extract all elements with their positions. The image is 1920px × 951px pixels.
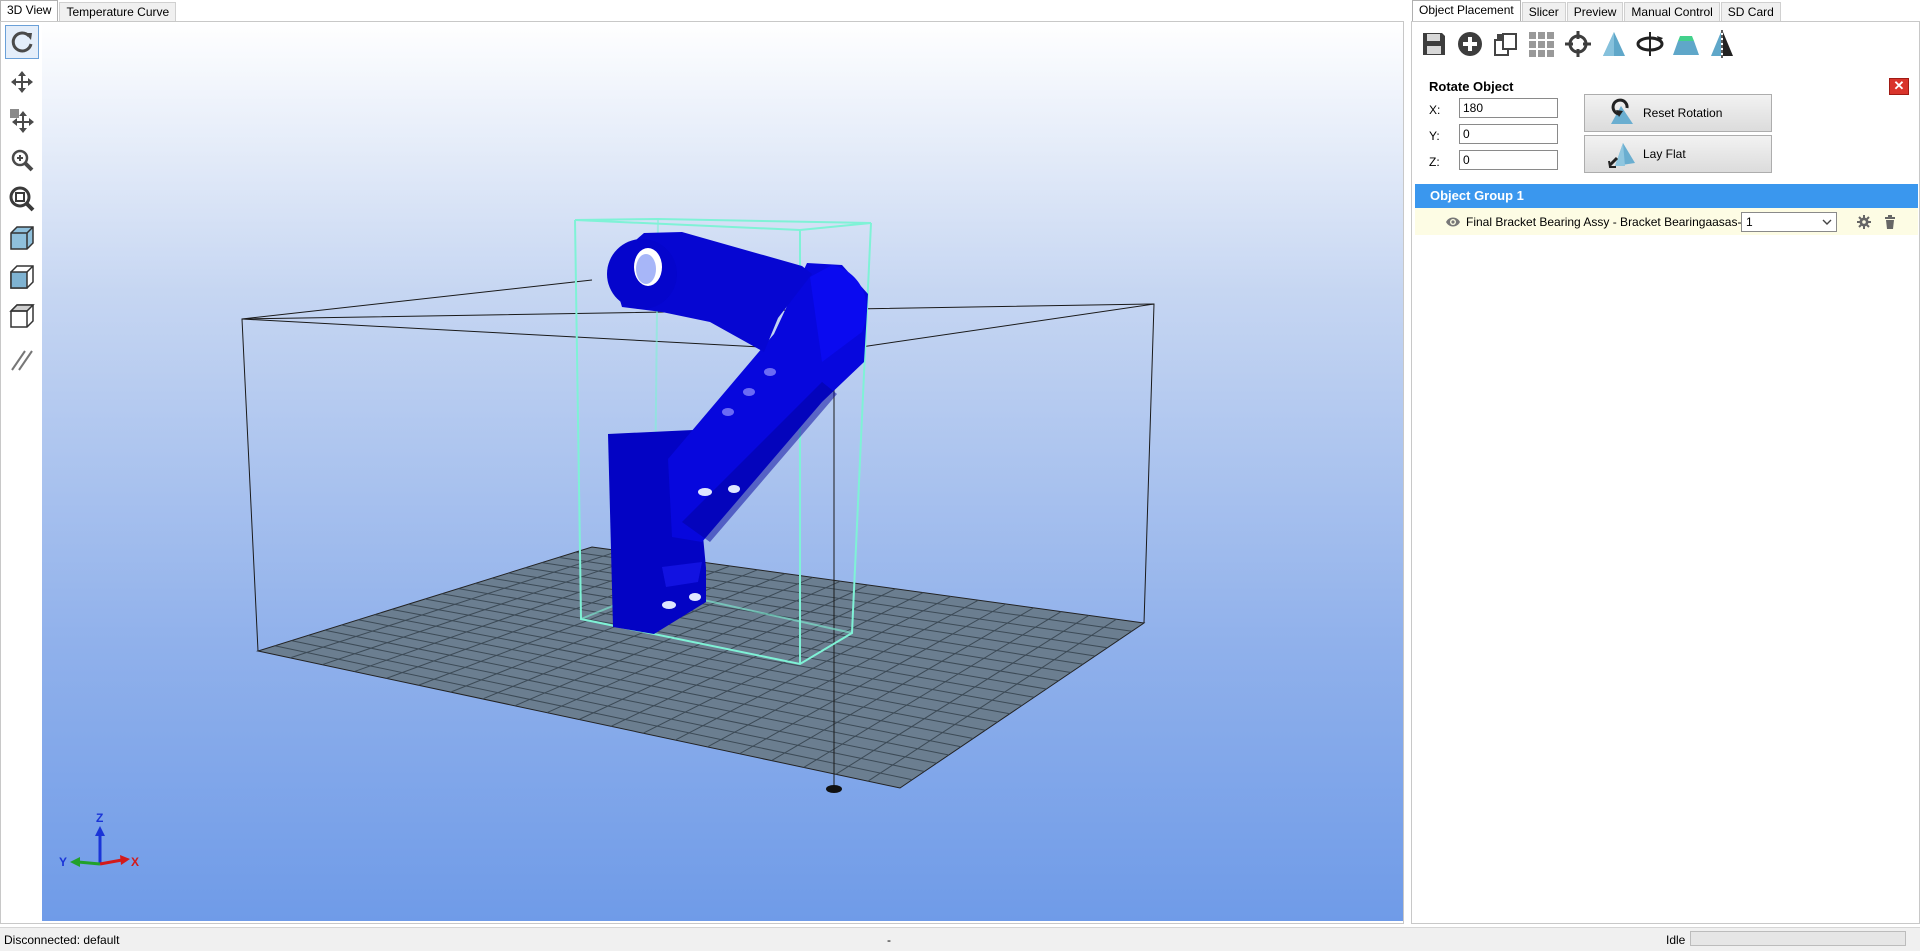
object-list-row[interactable]: Final Bracket Bearing Assy - Bracket Bea… [1415,208,1918,235]
rotate-y-input[interactable] [1459,124,1558,144]
front-view-icon [10,265,34,289]
tab-object-placement[interactable]: Object Placement [1412,0,1521,22]
origin-marker [826,785,842,793]
add-object-button[interactable] [1452,26,1488,62]
top-view-tool[interactable] [5,299,39,333]
copy-object-button[interactable] [1488,26,1524,62]
3d-viewport[interactable]: Z Y X [42,22,1403,921]
3d-view-pane: Z Y X [0,21,1404,924]
z-label: Z: [1429,155,1440,169]
rotate-object-button[interactable] [1632,26,1668,62]
parallel-projection-tool[interactable] [5,343,39,377]
object-quantity-select[interactable]: 1 [1741,211,1837,232]
status-middle: - [887,933,891,947]
close-icon: ✕ [1893,78,1905,93]
tab-manual-control[interactable]: Manual Control [1624,2,1720,22]
view-toolbar [1,22,43,923]
object-name: Final Bracket Bearing Assy - Bracket Bea… [1466,214,1759,229]
connection-status: Disconnected: default [4,933,120,947]
axis-z-label: Z [96,812,103,825]
rotate-z-input[interactable] [1459,150,1558,170]
reset-rotation-icon [1611,98,1633,124]
visibility-eye-icon[interactable] [1445,216,1461,228]
rotate-view-tool[interactable] [5,25,39,59]
rotate-object-icon [1636,32,1664,56]
object-placement-pane: Rotate Object ✕ X: Y: Z: Reset Rotation … [1411,21,1920,924]
placement-toolbar [1416,26,1740,62]
move-object-icon [10,109,34,133]
cut-object-button[interactable] [1668,26,1704,62]
save-button[interactable] [1416,26,1452,62]
reset-rotation-button[interactable]: Reset Rotation [1584,94,1772,132]
fit-view-icon [9,186,35,212]
add-object-icon [1458,32,1482,56]
move-object-tool[interactable] [5,104,39,138]
top-view-icon [9,304,35,328]
tab-3d-view[interactable]: 3D View [0,0,59,22]
move-view-tool[interactable] [5,65,39,99]
rotate-object-panel: Rotate Object ✕ X: Y: Z: Reset Rotation … [1412,66,1919,186]
zoom-icon [11,149,34,172]
fit-view-tool[interactable] [5,182,39,216]
axis-y-label: Y [59,855,67,869]
parallel-projection-icon [11,350,33,371]
left-tab-strip: 3D View Temperature Curve [0,0,177,22]
x-label: X: [1429,103,1441,117]
rotate-x-input[interactable] [1459,98,1558,118]
mirror-object-button[interactable] [1704,26,1740,62]
reset-rotation-label: Reset Rotation [1643,106,1723,120]
rotate-panel-title: Rotate Object [1429,79,1514,94]
scale-object-button[interactable] [1596,26,1632,62]
front-view-tool[interactable] [5,260,39,294]
printer-state: Idle [1666,933,1686,947]
mirror-object-icon [1711,30,1733,58]
tab-sd-card[interactable]: SD Card [1720,2,1781,22]
status-bar: Disconnected: default - Idle [0,927,1920,951]
quantity-value: 1 [1746,214,1753,229]
close-rotate-panel-button[interactable]: ✕ [1889,78,1909,95]
center-object-icon [1565,31,1591,57]
lay-flat-label: Lay Flat [1643,147,1686,161]
rotate-view-icon [11,31,33,53]
move-view-icon [11,71,33,93]
repetier-host-window: 3D View Temperature Curve Z Y X Object P… [0,0,1920,951]
progress-bar [1690,931,1906,946]
lay-flat-button[interactable]: Lay Flat [1584,135,1772,173]
gear-icon[interactable] [1857,214,1871,229]
tab-temperature-curve[interactable]: Temperature Curve [59,2,177,22]
axis-x-label: X [131,855,139,869]
lay-flat-icon [1608,143,1635,168]
cut-object-icon [1673,36,1699,55]
iso-view-tool[interactable] [5,221,39,255]
object-group-header[interactable]: Object Group 1 [1415,184,1918,208]
scale-object-icon [1603,32,1625,56]
autoposition-button[interactable] [1524,26,1560,62]
zoom-tool[interactable] [5,143,39,177]
tab-preview[interactable]: Preview [1566,2,1624,22]
trash-icon[interactable] [1884,214,1896,229]
save-icon [1423,33,1445,55]
copy-object-icon [1494,33,1517,56]
tab-slicer[interactable]: Slicer [1521,2,1566,22]
autoposition-icon [1529,32,1554,57]
3d-scene[interactable] [42,22,1403,921]
iso-view-icon [10,226,34,250]
chevron-down-icon [1822,219,1832,225]
right-tab-strip: Object Placement Slicer Preview Manual C… [1412,0,1782,22]
axis-gizmo: Z Y X [59,812,139,869]
center-object-button[interactable] [1560,26,1596,62]
y-label: Y: [1429,129,1440,143]
